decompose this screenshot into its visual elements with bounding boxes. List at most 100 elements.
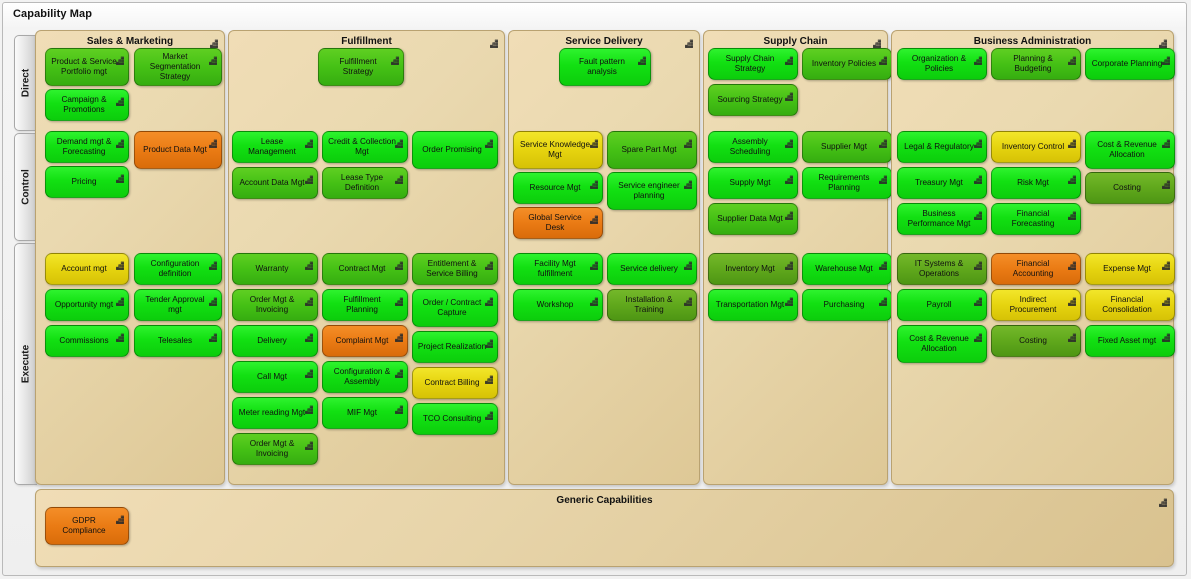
capability-box[interactable]: Legal & Regulatory	[897, 131, 987, 163]
capability-box[interactable]: Fixed Asset mgt	[1085, 325, 1175, 357]
capability-box[interactable]: Facility Mgt fulfillment	[513, 253, 603, 285]
capability-box[interactable]: MIF Mgt	[322, 397, 408, 429]
capability-label: Project Realization	[417, 342, 487, 351]
capability-box[interactable]: Product & Service Portfolio mgt	[45, 48, 129, 86]
capability-box[interactable]: Inventory Control	[991, 131, 1081, 163]
capability-box[interactable]: Cost & Revenue Allocation	[897, 325, 987, 363]
capability-box[interactable]: Call Mgt	[232, 361, 318, 393]
capability-box[interactable]: Spare Part Mgt	[607, 131, 697, 169]
capability-box[interactable]: Tender Approval mgt	[134, 289, 222, 321]
capability-box[interactable]: GDPR Compliance	[45, 507, 129, 545]
capability-box[interactable]: Transportation Mgt	[708, 289, 798, 321]
capability-box[interactable]: Account Data Mgt	[232, 167, 318, 199]
capability-box[interactable]: Fault pattern analysis	[559, 48, 651, 86]
capability-box[interactable]: Financial Consolidation	[1085, 289, 1175, 321]
capability-label: Tender Approval mgt	[145, 295, 205, 314]
domain-chart-icon	[685, 35, 694, 48]
capability-box[interactable]: Financial Accounting	[991, 253, 1081, 285]
domain-column[interactable]: Sales & Marketing Product & Service Portf…	[35, 30, 225, 485]
capability-box[interactable]: Configuration definition	[134, 253, 222, 285]
capability-box[interactable]: Meter reading Mgt	[232, 397, 318, 429]
capability-box[interactable]: Planning & Budgeting	[991, 48, 1081, 80]
capability-box[interactable]: Costing	[991, 325, 1081, 357]
capability-chart-icon	[209, 329, 218, 342]
capability-chart-icon	[305, 401, 314, 414]
capability-box[interactable]: Supplier Mgt	[802, 131, 892, 163]
capability-box[interactable]: Lease Type Definition	[322, 167, 408, 199]
capability-box[interactable]: Order Mgt & Invoicing	[232, 433, 318, 465]
capability-box[interactable]: Corporate Planning	[1085, 48, 1175, 80]
capability-box[interactable]: Product Data Mgt	[134, 131, 222, 169]
capability-label: Expense Mgt	[1103, 264, 1151, 273]
capability-box[interactable]: Market Segmentation Strategy	[134, 48, 222, 86]
capability-box[interactable]: Opportunity mgt	[45, 289, 129, 321]
capability-box[interactable]: Purchasing	[802, 289, 892, 321]
capability-box[interactable]: Pricing	[45, 166, 129, 198]
capability-chart-icon	[590, 293, 599, 306]
capability-box[interactable]: Lease Management	[232, 131, 318, 163]
capability-box[interactable]: Campaign & Promotions	[45, 89, 129, 121]
domain-column[interactable]: Supply Chain Supply Chain Strategy Invento…	[703, 30, 892, 485]
capability-box[interactable]: Treasury Mgt	[897, 167, 987, 199]
domain-column[interactable]: Fulfillment Fulfillment Strategy Lease Man…	[228, 30, 505, 485]
capability-box[interactable]: Contract Mgt	[322, 253, 408, 285]
capability-box[interactable]: Service Knowledge Mgt	[513, 131, 603, 169]
capability-box[interactable]: Inventory Mgt	[708, 253, 798, 285]
capability-box[interactable]: Payroll	[897, 289, 987, 321]
capability-box[interactable]: Service engineer planning	[607, 172, 697, 210]
capability-box[interactable]: Resource Mgt	[513, 172, 603, 204]
capability-box[interactable]: Sourcing Strategy	[708, 84, 798, 116]
capability-box[interactable]: Global Service Desk	[513, 207, 603, 239]
domain-column[interactable]: Service Delivery Fault pattern analysis Se…	[508, 30, 700, 485]
capability-box[interactable]: Service delivery	[607, 253, 697, 285]
capability-box[interactable]: IT Systems & Operations	[897, 253, 987, 285]
capability-box[interactable]: Costing	[1085, 172, 1175, 204]
capability-box[interactable]: Cost & Revenue Allocation	[1085, 131, 1175, 169]
capability-box[interactable]: Demand mgt & Forecasting	[45, 131, 129, 163]
capability-box[interactable]: Telesales	[134, 325, 222, 357]
capability-box[interactable]: Financial Forecasting	[991, 203, 1081, 235]
capability-box[interactable]: Requirements Planning	[802, 167, 892, 199]
capability-box[interactable]: Expense Mgt	[1085, 253, 1175, 285]
capability-box[interactable]: Organization & Policies	[897, 48, 987, 80]
capability-chart-icon	[785, 207, 794, 220]
capability-box[interactable]: Configuration & Assembly	[322, 361, 408, 393]
capability-box[interactable]: Workshop	[513, 289, 603, 321]
capability-chart-icon	[485, 335, 494, 348]
capability-box[interactable]: Supplier Data Mgt	[708, 203, 798, 235]
layer-tab-control[interactable]: Control	[14, 133, 37, 241]
capability-box[interactable]: Contract Billing	[412, 367, 498, 399]
domain-chart-icon	[873, 35, 882, 48]
capability-box[interactable]: Supply Chain Strategy	[708, 48, 798, 80]
capability-box[interactable]: Risk Mgt	[991, 167, 1081, 199]
capability-box[interactable]: Project Realization	[412, 331, 498, 363]
capability-box[interactable]: Installation & Training	[607, 289, 697, 321]
capability-box[interactable]: Order Promising	[412, 131, 498, 169]
capability-label: Order Mgt & Invoicing	[249, 295, 295, 314]
capability-label: Installation & Training	[625, 295, 673, 314]
capability-label: IT Systems & Operations	[914, 259, 964, 278]
capability-box[interactable]: Complaint Mgt	[322, 325, 408, 357]
capability-box[interactable]: TCO Consulting	[412, 403, 498, 435]
domain-column[interactable]: Business Administration Organization & Po…	[891, 30, 1175, 485]
capability-box[interactable]: Order / Contract Capture	[412, 289, 498, 327]
capability-box[interactable]: Inventory Policies	[802, 48, 892, 80]
generic-capabilities-band[interactable]: Generic Capabilities GDPR Compliance	[35, 489, 1174, 567]
capability-box[interactable]: Supply Mgt	[708, 167, 798, 199]
capability-box[interactable]: Business Performance Mgt	[897, 203, 987, 235]
capability-box[interactable]: Fulfillment Strategy	[318, 48, 404, 86]
capability-box[interactable]: Credit & Collection Mgt	[322, 131, 408, 163]
capability-box[interactable]: Warranty	[232, 253, 318, 285]
layer-tab-execute[interactable]: Execute	[14, 243, 37, 485]
capability-box[interactable]: Order Mgt & Invoicing	[232, 289, 318, 321]
layer-tab-direct[interactable]: Direct	[14, 35, 37, 131]
capability-box[interactable]: Account mgt	[45, 253, 129, 285]
capability-box[interactable]: Warehouse Mgt	[802, 253, 892, 285]
capability-box[interactable]: Indirect Procurement	[991, 289, 1081, 321]
capability-box[interactable]: Fulfillment Planning	[322, 289, 408, 321]
capability-box[interactable]: Entitlement & Service Billing	[412, 253, 498, 285]
capability-box[interactable]: Delivery	[232, 325, 318, 357]
capability-box[interactable]: Commissions	[45, 325, 129, 357]
capability-box[interactable]: Assembly Scheduling	[708, 131, 798, 163]
map-canvas[interactable]: Direct Control Execute Sales & Marketing Pro…	[8, 27, 1184, 573]
